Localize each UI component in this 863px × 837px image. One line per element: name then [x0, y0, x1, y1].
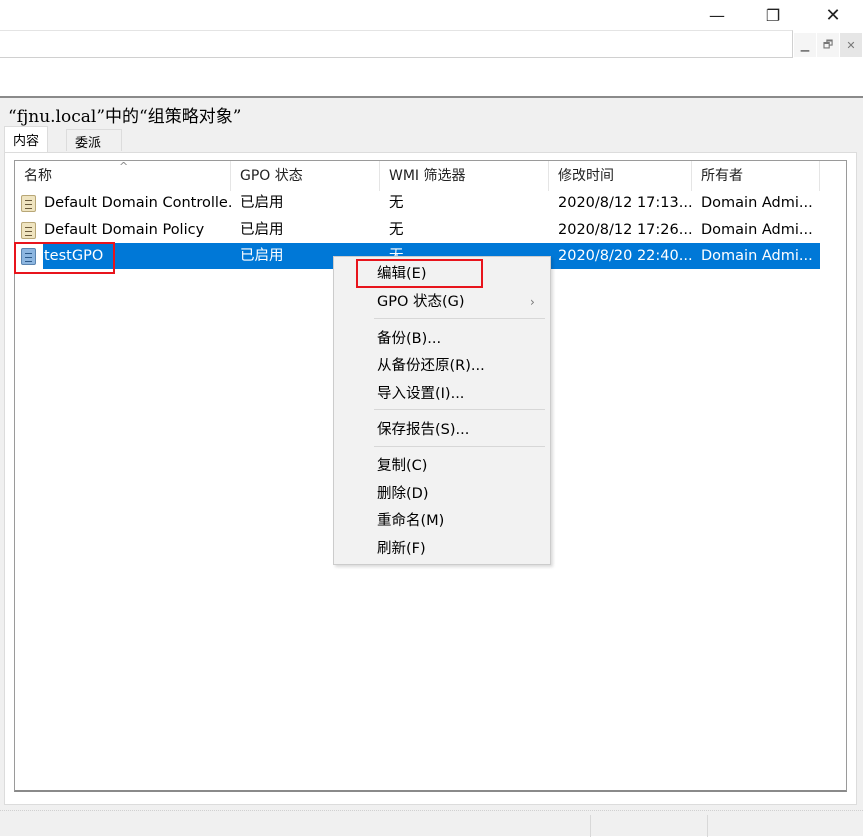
menu-separator — [374, 409, 545, 410]
menu-item-gpo-status[interactable]: GPO 状态(G) › — [334, 289, 550, 315]
menu-item-save-report[interactable]: 保存报告(S)... — [334, 417, 550, 443]
column-header-status[interactable]: GPO 状态 — [231, 161, 380, 191]
column-header-name[interactable]: 名称 ^ — [15, 160, 231, 191]
restore-button[interactable]: ❐ — [750, 0, 796, 30]
status-divider — [707, 815, 708, 837]
table-row[interactable]: Default Domain Policy 已启用 无 2020/8/12 17… — [15, 217, 820, 243]
mdi-restore-button[interactable]: 🗗 — [817, 33, 839, 57]
menu-separator — [374, 318, 545, 319]
tab-delegation[interactable]: 委派 — [66, 129, 122, 151]
close-button[interactable]: ✕ — [810, 0, 856, 30]
mdi-close-button[interactable]: ✕ — [840, 33, 862, 57]
menu-item-refresh[interactable]: 刷新(F) — [334, 536, 550, 562]
menu-item-restore-from-backup[interactable]: 从备份还原(R)... — [334, 353, 550, 379]
panel-title: “fjnu.local”中的“组策略对象” — [8, 107, 242, 127]
highlight-box-edit — [356, 259, 483, 288]
table-row[interactable]: Default Domain Controlle... 已启用 无 2020/8… — [15, 190, 820, 216]
mdi-bar — [0, 30, 793, 58]
menu-item-copy[interactable]: 复制(C) — [334, 453, 550, 479]
menu-item-backup[interactable]: 备份(B)... — [334, 326, 550, 352]
gpo-scroll-icon — [21, 195, 36, 212]
menu-separator — [374, 446, 545, 447]
column-header-wmi[interactable]: WMI 筛选器 — [380, 161, 549, 191]
status-bar — [0, 810, 863, 837]
context-menu: 编辑(E) GPO 状态(G) › 备份(B)... 从备份还原(R)... 导入… — [333, 256, 551, 565]
highlight-box-testgpo — [14, 242, 115, 274]
menu-item-import-settings[interactable]: 导入设置(I)... — [334, 381, 550, 407]
tab-content[interactable]: 内容 — [4, 126, 49, 152]
menu-item-delete[interactable]: 删除(D) — [334, 481, 550, 507]
gpo-scroll-icon — [21, 222, 36, 239]
menu-item-rename[interactable]: 重命名(M) — [334, 508, 550, 534]
column-header-modified[interactable]: 修改时间 — [549, 161, 692, 191]
mdi-minimize-button[interactable]: ▁ — [794, 33, 816, 57]
status-divider — [590, 815, 591, 837]
sort-ascending-icon: ^ — [119, 160, 129, 173]
column-header-owner[interactable]: 所有者 — [692, 161, 820, 191]
submenu-arrow-icon: › — [530, 295, 535, 309]
minimize-button[interactable]: — — [694, 0, 740, 30]
